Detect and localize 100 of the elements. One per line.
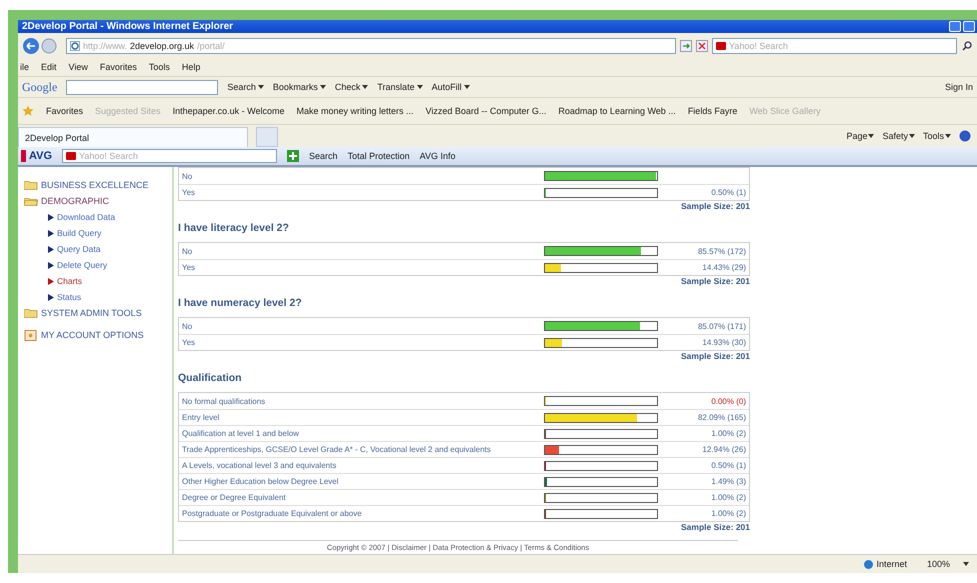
sidebar-link[interactable]: Build Query [57,228,102,238]
menu-item[interactable]: Tools [148,62,170,72]
bullet-icon [48,230,54,236]
sidebar-item[interactable]: SYSTEM ADMIN TOOLS [18,305,172,321]
window-title: 2Develop Portal - Windows Internet Explorer [22,21,234,32]
browser-tab[interactable]: 2Develop Portal [18,127,248,147]
answer-label: Yes [181,263,196,272]
sample-size: Sample Size: 201 [681,522,750,532]
security-zone: Internet [864,559,907,569]
toolbar-button[interactable]: AutoFill [432,82,462,92]
toolbar-button[interactable]: Check [334,82,360,92]
favorites-link[interactable]: Roadmap to Learning Web ... [558,106,676,116]
answer-label: A Levels, vocational level 3 and equivalents [181,461,338,470]
caret-icon[interactable] [464,85,470,89]
question-heading: I have numeracy level 2? [178,296,303,311]
toolbar-button[interactable]: AVG Info [420,151,456,161]
sidebar-link[interactable]: Download Data [57,212,116,222]
bullet-icon [48,246,54,252]
answer-label: No [181,246,194,256]
sample-size: Sample Size: 201 [681,351,750,361]
favorites-link[interactable]: Fields Fayre [688,106,738,116]
answer-label: Yes [181,338,196,347]
percentage-value: 1.00% (2) [711,493,746,502]
google-search-field[interactable] [66,80,218,94]
answer-label: No formal qualifications [181,396,266,406]
favorites-link[interactable]: Inthepaper.co.uk - Welcome [172,106,284,116]
percentage-value: 0.00% (0) [711,396,746,406]
zoom-level[interactable]: 100% [926,559,950,569]
sidebar-link[interactable]: Delete Query [57,260,108,270]
answer-label: Yes [181,188,196,197]
command-button[interactable]: Safety [882,131,908,141]
question-heading: I have literacy level 2? [178,221,290,236]
caret-icon[interactable] [963,562,969,566]
menu-item[interactable]: Edit [41,62,57,72]
percentage-value: 12.94% (26) [702,445,746,454]
star-icon [22,105,34,117]
answer-label: Entry level [181,413,220,422]
google-logo: Google [22,80,58,94]
menu-item[interactable]: ile [20,62,30,72]
percentage-value: 1.49% (3) [711,477,746,486]
favorites-link[interactable]: Vizzed Board -- Computer G... [426,106,546,116]
caret-icon[interactable] [416,85,423,89]
question-heading: Qualification [178,371,243,386]
minimize-button[interactable] [949,21,961,32]
toolbar-button[interactable]: Total Protection [348,151,410,161]
percentage-value: 1.00% (2) [711,429,746,438]
menu-item[interactable]: Help [182,62,200,72]
percentage-value: 1.00% (2) [711,509,746,518]
bullet-icon [48,294,54,300]
caret-icon[interactable] [908,134,915,138]
avg-logo: AVG [21,150,52,162]
help-icon[interactable] [959,130,971,142]
address-field[interactable]: http://www. 2develop.org.uk /portal/ [66,38,676,54]
caret-icon[interactable] [868,134,874,138]
sidebar-item[interactable]: BUSINESS EXCELLENCE [18,177,172,193]
caret-icon[interactable] [945,134,951,138]
sidebar-link[interactable]: Status [57,292,82,302]
toolbar-button[interactable]: Bookmarks [272,82,318,92]
percentage-value: 14.43% (29) [702,263,746,272]
sidebar-link[interactable]: Query Data [57,244,100,254]
answer-label: No [181,172,194,180]
percentage-value: 0.50% (1) [711,188,746,197]
page-icon [70,40,80,50]
percentage-value: 82.09% (165) [698,413,746,422]
bullet-icon [48,278,54,284]
command-button[interactable]: Tools [922,131,944,141]
refresh-icon[interactable] [680,40,692,52]
sample-size: Sample Size: 201 [681,276,750,286]
command-button[interactable]: Page [846,131,868,141]
menu-item[interactable]: Favorites [100,62,137,72]
percentage-value: 85.07% (171) [698,322,746,330]
answer-label: Qualification at level 1 and below [181,429,300,438]
stop-icon[interactable] [696,40,708,52]
percentage-value: 85.57% (172) [698,246,746,256]
caret-icon[interactable] [362,85,368,89]
search-icon[interactable] [961,40,973,52]
caret-icon[interactable] [258,85,264,89]
sidebar-item[interactable]: MY ACCOUNT OPTIONS [18,327,172,343]
plus-icon[interactable] [287,150,300,162]
search-button[interactable]: Search [309,151,338,161]
sidebar-link[interactable]: Charts [57,276,82,286]
sidebar-item[interactable]: DEMOGRAPHIC [18,193,172,209]
toolbar-button[interactable]: Translate [377,82,415,92]
answer-label: Postgraduate or Postgraduate Equivalent or above [181,509,363,518]
percentage-value: 0.50% (1) [711,461,746,470]
account-icon [24,330,38,340]
caret-icon[interactable] [320,85,326,89]
answer-label: Other Higher Education below Degree Level [181,477,340,486]
sign-in-button[interactable]: Sign In [944,82,973,92]
favorites-button[interactable]: Favorites [46,106,84,116]
answer-label: Trade Apprenticeships, GCSE/O Level Grade A* - C, Vocational level 2 and equivalents [181,445,492,454]
bullet-icon [48,214,54,220]
sample-size: Sample Size: 201 [681,201,750,211]
maximize-button[interactable] [963,21,975,32]
toolbar-button[interactable]: Search [227,82,256,92]
menu-item[interactable]: View [68,62,88,72]
percentage-value: 14.93% (30) [702,338,746,347]
answer-label: No [181,322,194,330]
favorites-link[interactable]: Make money writing letters ... [296,106,414,116]
bullet-icon [48,262,54,268]
